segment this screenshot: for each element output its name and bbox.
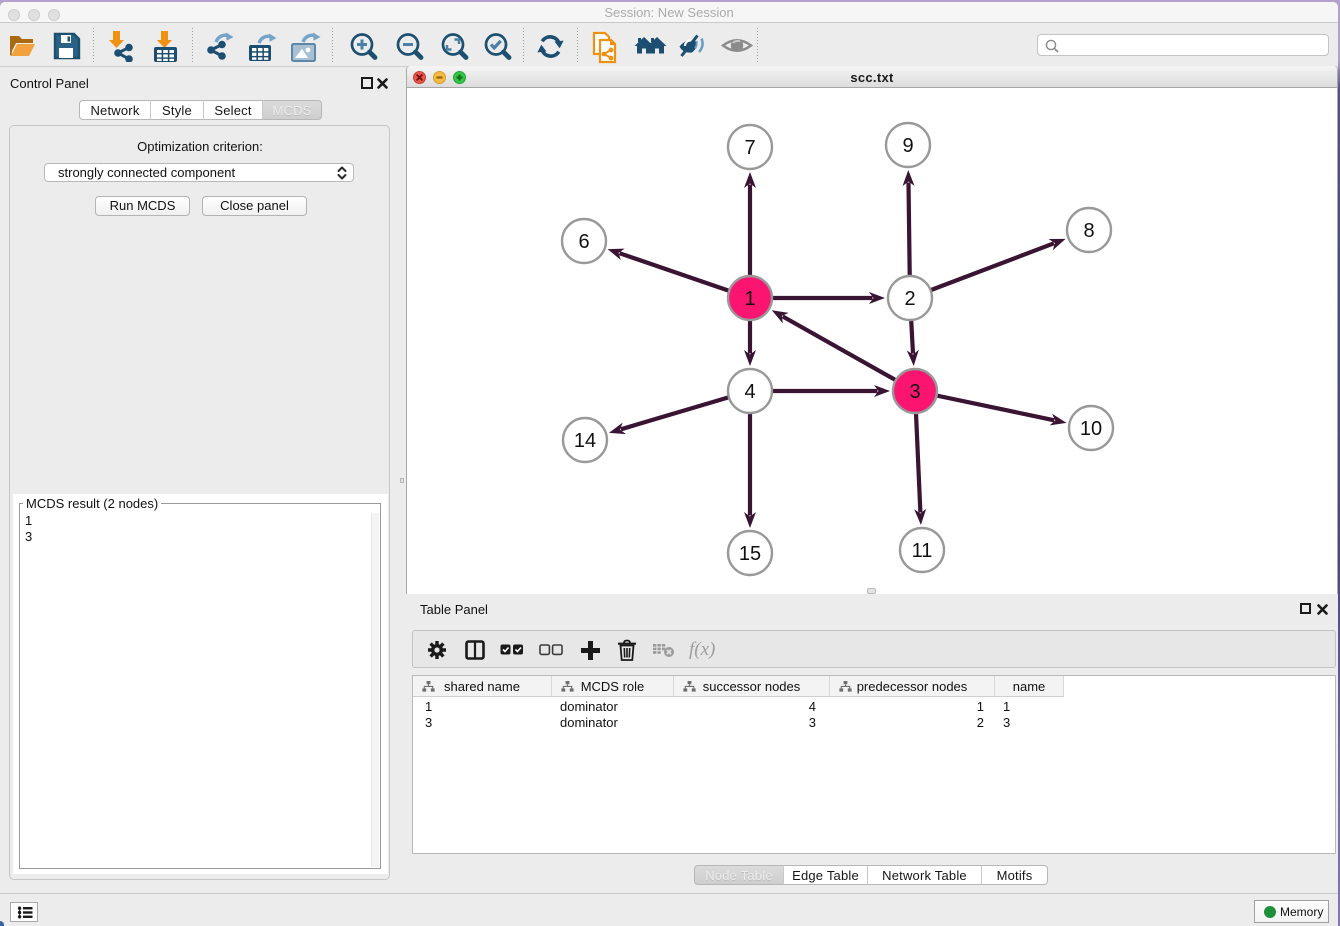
svg-text:1: 1 (744, 288, 755, 310)
svg-text:11: 11 (912, 540, 933, 562)
svg-text:9: 9 (902, 135, 913, 157)
svg-text:2: 2 (904, 288, 915, 310)
svg-text:8: 8 (1083, 220, 1094, 242)
svg-text:6: 6 (578, 231, 589, 253)
svg-text:15: 15 (739, 543, 761, 565)
svg-text:4: 4 (744, 381, 755, 403)
svg-text:3: 3 (909, 381, 920, 403)
svg-text:10: 10 (1080, 418, 1102, 440)
svg-text:14: 14 (574, 430, 596, 452)
svg-text:7: 7 (744, 137, 755, 159)
